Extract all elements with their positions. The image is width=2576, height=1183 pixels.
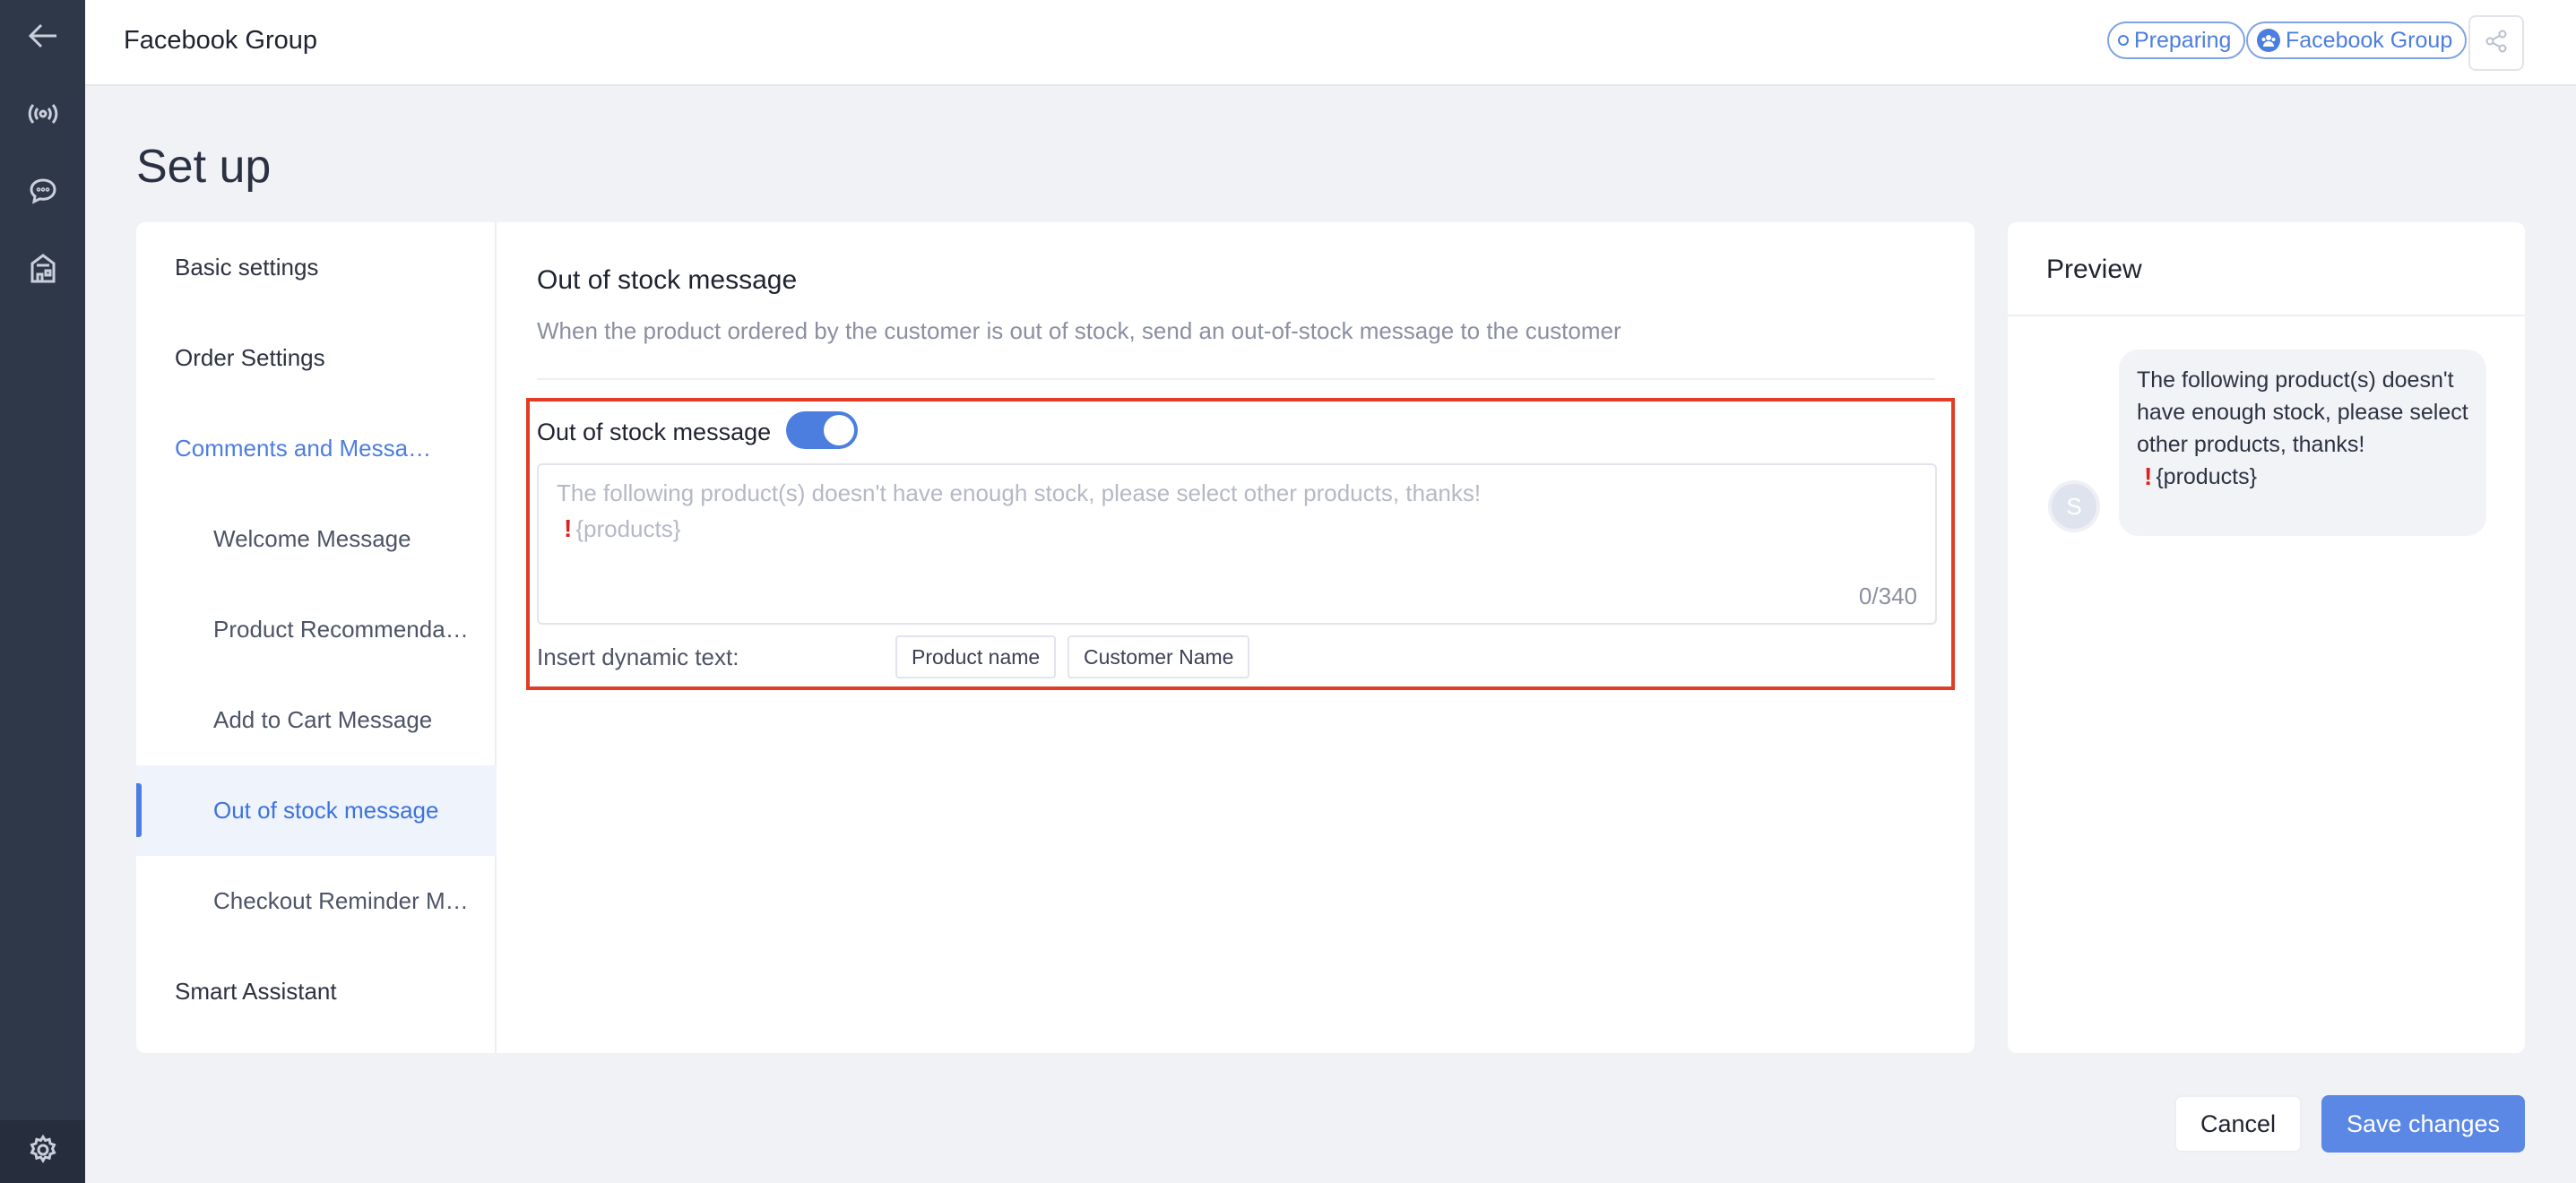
- cancel-button[interactable]: Cancel: [2174, 1095, 2302, 1153]
- menu-item-label: Order Settings: [175, 344, 325, 371]
- left-rail: [0, 0, 85, 1183]
- preview-message-bubble: The following product(s) doesn't have en…: [2119, 350, 2486, 536]
- share-icon: [2484, 29, 2509, 58]
- gear-icon: [28, 1134, 58, 1170]
- menu-item-label: Welcome Message: [213, 525, 411, 552]
- status-dot-icon: [2118, 35, 2129, 46]
- menu-item-smart-assistant[interactable]: Smart Assistant: [136, 946, 497, 1037]
- status-badge: Preparing: [2107, 22, 2246, 59]
- textarea-placeholder: The following product(s) doesn't have en…: [557, 479, 1482, 506]
- settings-content: Out of stock message When the product or…: [498, 222, 1975, 1053]
- save-changes-button[interactable]: Save changes: [2321, 1095, 2525, 1153]
- menu-item-label: Add to Cart Message: [213, 706, 433, 733]
- menu-item-add-to-cart-message[interactable]: Add to Cart Message: [136, 675, 497, 765]
- token-text: {products}: [575, 514, 681, 542]
- settings-button[interactable]: [0, 1120, 85, 1183]
- menu-item-label: Comments and Messages: [175, 435, 440, 462]
- store-icon[interactable]: [0, 237, 85, 299]
- exclamation-icon: !: [564, 514, 573, 542]
- section-description: When the product ordered by the customer…: [537, 317, 1621, 344]
- menu-item-label: Product Recommendation: [213, 616, 473, 643]
- group-badge[interactable]: Facebook Group: [2246, 22, 2468, 59]
- insert-dynamic-text-label: Insert dynamic text:: [537, 643, 739, 670]
- group-badge-label: Facebook Group: [2286, 27, 2453, 53]
- status-badge-label: Preparing: [2134, 27, 2232, 53]
- menu-item-order-settings[interactable]: Order Settings: [136, 313, 497, 403]
- share-button[interactable]: [2468, 15, 2524, 71]
- preview-card: Preview The following product(s) doesn't…: [2008, 222, 2525, 1053]
- back-arrow-icon[interactable]: [0, 4, 85, 67]
- broadcast-icon[interactable]: [0, 82, 85, 145]
- toggle-label: Out of stock message: [537, 419, 772, 445]
- menu-item-label: Out of stock message: [213, 797, 439, 824]
- message-textarea[interactable]: The following product(s) doesn't have en…: [537, 463, 1937, 625]
- preview-divider: [2008, 315, 2525, 316]
- section-divider: [537, 378, 1935, 380]
- group-icon: [2257, 29, 2280, 52]
- menu-item-out-of-stock-message[interactable]: Out of stock message: [136, 765, 497, 856]
- menu-item-welcome-message[interactable]: Welcome Message: [136, 494, 497, 584]
- toggle-knob: [824, 415, 854, 445]
- settings-menu: Basic settings Order Settings Comments a…: [136, 222, 497, 1053]
- preview-title: Preview: [2046, 255, 2142, 284]
- avatar: S: [2048, 480, 2100, 532]
- app-title: Facebook Group: [124, 26, 318, 55]
- menu-item-label: Smart Assistant: [175, 978, 337, 1005]
- insert-customer-name-chip[interactable]: Customer Name: [1068, 635, 1250, 678]
- menu-item-comments-and-messages[interactable]: Comments and Messages: [136, 403, 497, 494]
- preview-token-text: {products}: [2156, 464, 2257, 489]
- exclamation-icon: !: [2144, 462, 2153, 490]
- menu-item-label: Basic settings: [175, 254, 319, 281]
- menu-item-product-recommendation[interactable]: Product Recommendation: [136, 584, 497, 675]
- chat-bubble-icon[interactable]: [0, 160, 85, 222]
- menu-item-label: Checkout Reminder Message: [213, 887, 473, 914]
- preview-message-text: The following product(s) doesn't have en…: [2137, 367, 2468, 457]
- preview-message-token: ! {products}: [2137, 461, 2468, 493]
- character-counter: 0/340: [1858, 583, 1917, 609]
- menu-item-checkout-reminder[interactable]: Checkout Reminder Message: [136, 856, 497, 946]
- textarea-placeholder-token: ! {products}: [564, 514, 680, 543]
- out-of-stock-toggle[interactable]: [786, 411, 858, 449]
- page-title: Set up: [136, 141, 272, 193]
- menu-item-basic-settings[interactable]: Basic settings: [136, 222, 497, 313]
- insert-product-name-chip[interactable]: Product name: [895, 635, 1057, 678]
- top-bar: Facebook Group Preparing Facebook Group: [85, 0, 2576, 86]
- settings-card: Basic settings Order Settings Comments a…: [136, 222, 1975, 1053]
- section-title: Out of stock message: [537, 265, 798, 295]
